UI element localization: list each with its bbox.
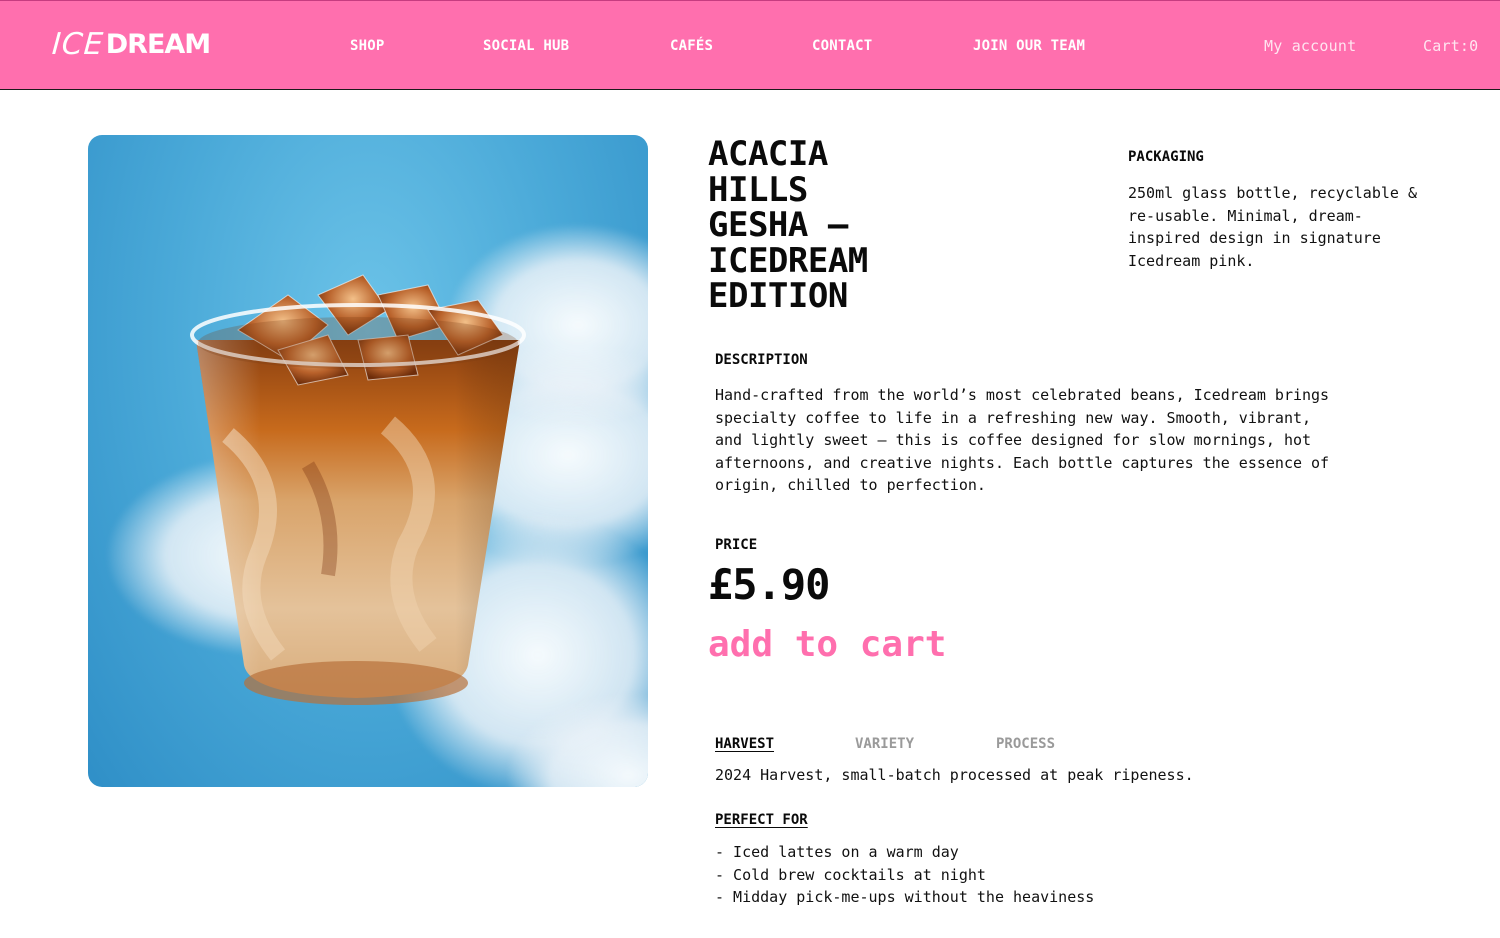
title-line: EDITION [708,276,848,316]
logo-text-bold: DREAM [105,29,211,60]
harvest-text: 2024 Harvest, small-batch processed at p… [715,766,1194,784]
product-image [88,135,648,787]
iced-coffee-illustration [190,274,526,705]
nav-shop[interactable]: SHOP [350,38,385,54]
description-text: Hand-crafted from the world’s most celeb… [715,386,1330,495]
site-header: ICE DREAM SHOP SOCIAL HUB CAFÉS CONTACT … [0,0,1500,90]
list-item: - Midday pick-me-ups without the heavine… [715,888,1095,907]
perfect-for-label: PERFECT FOR [715,812,808,828]
product-title: ACACIA HILLS GESHA – ICEDREAM EDITION [708,134,1068,316]
list-item: - Cold brew cocktails at night [715,865,986,884]
description-label: DESCRIPTION [715,352,808,368]
icedream-logo[interactable]: ICE DREAM [50,27,211,62]
tab-harvest[interactable]: HARVEST [715,736,774,752]
logo-text-thin: ICE [50,27,105,62]
nav-contact[interactable]: CONTACT [812,38,872,54]
tab-variety[interactable]: VARIETY [855,736,914,752]
perfect-for-list: - Iced lattes on a warm day - Cold brew … [715,841,1094,909]
list-item: - Iced lattes on a warm day [715,843,959,861]
title-line: ICEDREAM [708,240,868,281]
cart-link[interactable]: Cart:0 [1423,37,1478,55]
price-label: PRICE [715,537,758,553]
title-line: HILLS [708,169,808,210]
title-line: ACACIA [708,134,828,174]
my-account-link[interactable]: My account [1264,37,1356,55]
title-line: GESHA – [708,205,848,245]
nav-cafes[interactable]: CAFÉS [670,38,713,54]
packaging-text: 250ml glass bottle, recyclable & re-usab… [1128,184,1417,270]
nav-social-hub[interactable]: SOCIAL HUB [483,38,569,54]
nav-join-our-team[interactable]: JOIN OUR TEAM [973,38,1085,54]
tab-process[interactable]: PROCESS [996,736,1055,752]
add-to-cart-button[interactable]: add to cart [708,624,946,665]
packaging-label: PACKAGING [1128,149,1204,165]
product-price: £5.90 [708,560,830,609]
